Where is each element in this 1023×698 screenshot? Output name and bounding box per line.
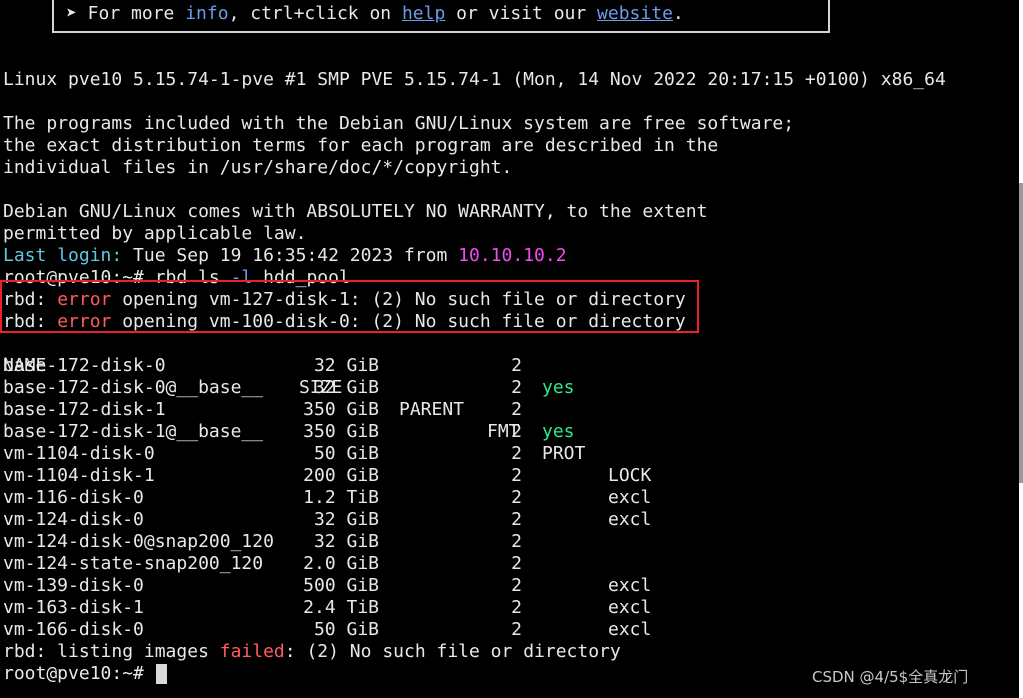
row-fmt: 2 [511,465,522,486]
row-fmt: 2 [511,377,522,398]
banner-line: ➤ For more info, ctrl+click on help or v… [66,3,684,25]
row-name: base-172-disk-0@__base__ [3,377,264,398]
error-message: opening vm-100-disk-0: (2) No such file … [111,311,686,332]
row-name: base-172-disk-0 [3,355,166,376]
table-row: vm-124-state-snap200_120 2.0 GiB 2 [3,553,1003,575]
table-row: base-172-disk-1@__base__ 350 GiB 2 yes [3,421,1003,443]
row-name: base-172-disk-1@__base__ [3,421,264,442]
table-row: base-172-disk-0 32 GiB 2 [3,355,1003,377]
row-fmt: 2 [511,619,522,640]
website-link[interactable]: website [597,3,673,24]
banner-mid2: or visit our [445,3,598,24]
error-word: error [57,289,112,310]
scrollbar[interactable] [1019,183,1023,483]
row-size: 500 GiB [303,575,379,596]
row-fmt: 2 [511,421,522,442]
table-header: NAME SIZE PARENT FMT PROT LOCK [3,333,1003,486]
table-row: vm-124-disk-0@snap200_120 32 GiB 2 [3,531,1003,553]
listing-error-line: rbd: listing images failed: (2) No such … [3,641,621,663]
row-size: 32 GiB [313,509,379,530]
row-fmt: 2 [511,355,522,376]
row-name: vm-139-disk-0 [3,575,144,596]
row-name: vm-124-disk-0 [3,509,144,530]
table-row: base-172-disk-1 350 GiB 2 [3,399,1003,421]
banner-mid: , ctrl+click on [228,3,402,24]
listing-error-prefix: rbd: listing images [3,641,220,662]
error-line: rbd: error opening vm-100-disk-0: (2) No… [3,311,686,333]
terminal-cursor [156,664,167,684]
row-name: vm-163-disk-1 [3,597,144,618]
row-lock: excl [608,575,652,596]
license-line-3: individual files in /usr/share/doc/*/cop… [3,157,513,178]
last-login-label: Last login: [3,245,123,266]
row-lock: excl [608,619,652,640]
row-size: 2.0 GiB [303,553,379,574]
listing-error-message: : (2) No such file or directory [284,641,621,662]
last-login-ip: 10.10.10.2 [458,245,567,266]
listing-error-word: failed [219,641,285,662]
row-name: base-172-disk-1 [3,399,166,420]
final-prompt[interactable]: root@pve10:~# [3,663,155,685]
license-line-2: the exact distribution terms for each pr… [3,135,719,156]
warranty-line-1: Debian GNU/Linux comes with ABSOLUTELY N… [3,201,708,222]
row-fmt: 2 [511,509,522,530]
table-row: vm-1104-disk-1 200 GiB 2 [3,465,1003,487]
row-fmt: 2 [511,443,522,464]
row-size: 32 GiB [313,377,379,398]
last-login-line: Last login: Tue Sep 19 16:35:42 2023 fro… [3,245,567,267]
table-row: vm-166-disk-0 50 GiB 2 excl [3,619,1003,641]
error-line: rbd: error opening vm-127-disk-1: (2) No… [3,289,686,311]
table-row: vm-163-disk-1 2.4 TiB 2 excl [3,597,1003,619]
watermark: CSDN @4/5$全真龙门 [812,668,969,686]
row-size: 50 GiB [313,619,379,640]
table-row: vm-1104-disk-0 50 GiB 2 [3,443,1003,465]
error-word: error [57,311,112,332]
error-prefix: rbd: [3,289,58,310]
row-fmt: 2 [511,531,522,552]
last-login-time: Tue Sep 19 16:35:42 2023 from [122,245,459,266]
row-size: 32 GiB [313,531,379,552]
row-name: vm-1104-disk-1 [3,465,155,486]
row-name: vm-166-disk-0 [3,619,144,640]
row-lock: excl [608,597,652,618]
help-link[interactable]: help [402,3,445,24]
row-size: 50 GiB [313,443,379,464]
row-size: 350 GiB [303,421,379,442]
row-fmt: 2 [511,399,522,420]
row-size: 200 GiB [303,465,379,486]
row-fmt: 2 [511,597,522,618]
uname-line: Linux pve10 5.15.74-1-pve #1 SMP PVE 5.1… [3,69,946,90]
row-lock: excl [608,487,652,508]
row-prot: yes [542,377,575,398]
table-row: vm-116-disk-0 1.2 TiB 2 excl [3,487,1003,509]
row-size: 350 GiB [303,399,379,420]
info-link[interactable]: info [185,3,228,24]
row-lock: excl [608,509,652,530]
row-fmt: 2 [511,487,522,508]
table-row: vm-124-disk-0 32 GiB 2 excl [3,509,1003,531]
row-name: vm-1104-disk-0 [3,443,155,464]
row-name: vm-116-disk-0 [3,487,144,508]
table-row: vm-139-disk-0 500 GiB 2 excl [3,575,1003,597]
row-name: vm-124-disk-0@snap200_120 [3,531,274,552]
row-name: vm-124-state-snap200_120 [3,553,264,574]
row-prot: yes [542,421,575,442]
error-prefix: rbd: [3,311,58,332]
row-size: 1.2 TiB [303,487,379,508]
row-size: 2.4 TiB [303,597,379,618]
banner-suffix: . [672,3,684,24]
row-fmt: 2 [511,575,522,596]
license-line-1: The programs included with the Debian GN… [3,113,795,134]
warranty-line-2: permitted by applicable law. [3,223,307,244]
row-size: 32 GiB [313,355,379,376]
error-message: opening vm-127-disk-1: (2) No such file … [111,289,686,310]
table-row: base-172-disk-0@__base__ 32 GiB 2 yes [3,377,1003,399]
banner-prefix: ➤ For more [66,3,186,24]
terminal-window[interactable]: ➤ For more info, ctrl+click on help or v… [0,0,1019,698]
row-fmt: 2 [511,553,522,574]
